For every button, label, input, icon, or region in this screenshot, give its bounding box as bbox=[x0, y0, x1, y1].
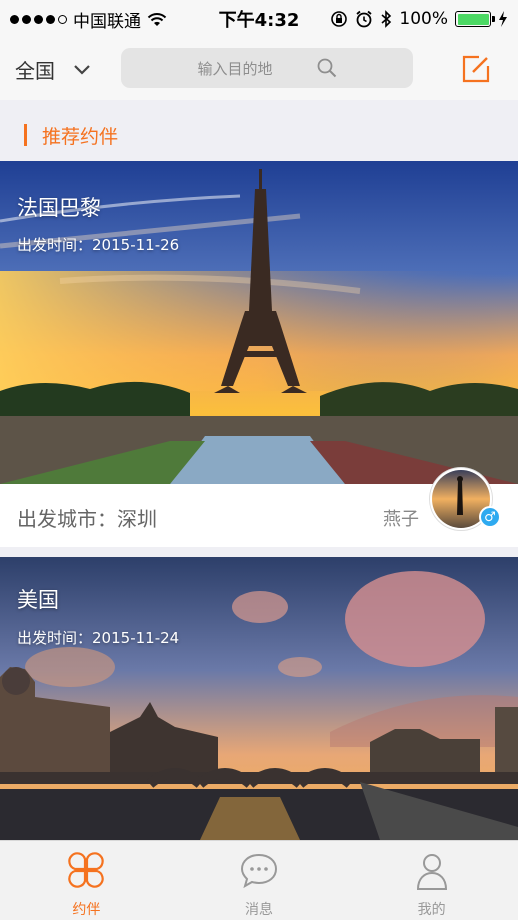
tab-label: 消息 bbox=[245, 902, 273, 918]
alarm-clock-icon bbox=[356, 10, 372, 28]
destination-search-input[interactable]: 输入目的地 bbox=[121, 48, 413, 88]
date-value: 2015-11-26 bbox=[92, 236, 180, 254]
trip-info-row[interactable]: 出发城市：深圳 燕子 ♂ bbox=[0, 468, 518, 547]
chat-bubble-icon bbox=[240, 853, 278, 889]
wifi-icon bbox=[147, 13, 167, 26]
search-placeholder: 输入目的地 bbox=[197, 59, 273, 78]
compose-icon[interactable] bbox=[461, 54, 491, 84]
section-title: 推荐约伴 bbox=[42, 125, 119, 148]
date-value: 2015-11-24 bbox=[92, 629, 180, 647]
date-label: 出发时间： bbox=[17, 629, 93, 647]
trip-card-paris[interactable]: 法国巴黎 出发时间：2015-11-26 bbox=[0, 161, 518, 484]
city-label: 全国 bbox=[15, 59, 55, 83]
tab-companions[interactable]: 约伴 bbox=[0, 841, 173, 920]
trip-departure-date: 出发时间：2015-11-24 bbox=[17, 627, 179, 648]
search-icon bbox=[317, 58, 336, 78]
tab-label: 约伴 bbox=[72, 902, 101, 918]
trip-destination-title: 法国巴黎 bbox=[17, 196, 101, 220]
clover-icon bbox=[68, 852, 105, 888]
trip-destination-title: 美国 bbox=[17, 588, 59, 612]
status-bar: 中国联通 下午4:32 100% bbox=[0, 0, 518, 38]
trip-card-usa[interactable]: 美国 出发时间：2015-11-24 bbox=[0, 557, 518, 840]
charging-bolt-icon bbox=[499, 11, 507, 27]
bluetooth-icon bbox=[381, 10, 392, 28]
chevron-down-icon bbox=[74, 64, 90, 75]
male-icon: ♂ bbox=[479, 506, 501, 528]
person-icon bbox=[416, 854, 447, 890]
status-left: 中国联通 bbox=[10, 7, 167, 32]
rotation-lock-icon bbox=[331, 11, 348, 27]
date-label: 出发时间： bbox=[17, 236, 93, 254]
carrier-name: 中国联通 bbox=[73, 11, 141, 32]
top-nav-bar: 全国 输入目的地 bbox=[0, 38, 518, 100]
section-header: 推荐约伴 bbox=[0, 110, 518, 160]
status-right: 100% bbox=[330, 9, 508, 29]
bottom-tab-bar: 约伴 消息 我的 bbox=[0, 840, 518, 920]
tab-profile[interactable]: 我的 bbox=[345, 841, 518, 920]
battery-percent: 100% bbox=[399, 9, 448, 29]
departure-city: 出发城市：深圳 bbox=[17, 503, 157, 532]
tab-messages[interactable]: 消息 bbox=[173, 841, 346, 920]
depart-label: 出发城市： bbox=[17, 507, 117, 531]
battery-icon bbox=[455, 11, 495, 27]
usa-city-bridge-image bbox=[0, 557, 518, 840]
depart-city-value: 深圳 bbox=[117, 507, 157, 531]
trip-departure-date: 出发时间：2015-11-26 bbox=[17, 234, 179, 255]
signal-strength-icon bbox=[10, 14, 67, 24]
section-accent-bar bbox=[24, 124, 27, 146]
city-selector[interactable]: 全国 bbox=[15, 55, 91, 84]
user-name: 燕子 bbox=[383, 509, 419, 530]
tab-label: 我的 bbox=[417, 902, 446, 918]
